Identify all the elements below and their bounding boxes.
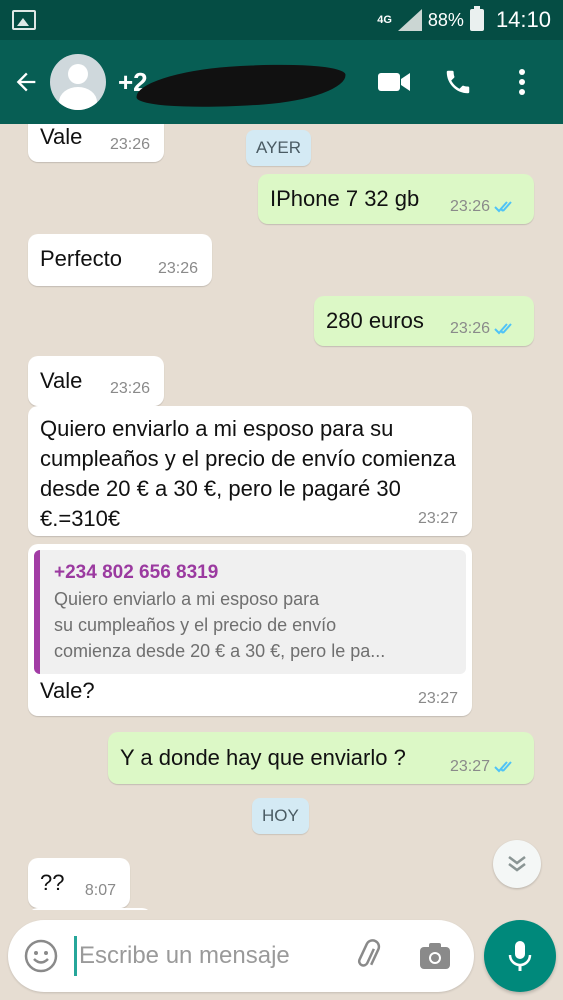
message-time: 23:27 bbox=[417, 690, 458, 707]
message-bubble-incoming[interactable]: Perfecto 23:26 bbox=[28, 234, 212, 286]
redaction-scribble bbox=[134, 58, 348, 114]
quoted-message[interactable]: +234 802 656 8319 Quiero enviarlo a mi e… bbox=[34, 550, 466, 674]
message-text: Vale? bbox=[40, 678, 95, 703]
gallery-icon bbox=[12, 10, 36, 30]
chat-area[interactable]: Vale 23:26 AYER IPhone 7 32 gb 23:26 Per… bbox=[0, 124, 563, 910]
phone-icon[interactable] bbox=[441, 65, 475, 99]
date-chip-yesterday: AYER bbox=[246, 130, 312, 166]
message-bubble-incoming-partial[interactable] bbox=[28, 908, 152, 910]
chevron-down-icon bbox=[508, 856, 526, 872]
message-bubble-incoming[interactable]: Vale 23:26 bbox=[28, 356, 164, 406]
message-text: Perfecto bbox=[40, 246, 122, 271]
message-bubble-incoming[interactable]: Vale 23:26 bbox=[28, 124, 164, 162]
message-text: Vale bbox=[40, 124, 83, 149]
back-arrow-icon[interactable] bbox=[6, 62, 46, 102]
text-cursor bbox=[74, 936, 77, 976]
avatar[interactable] bbox=[50, 54, 106, 110]
quoted-text: Quiero enviarlo a mi esposo para su cump… bbox=[54, 589, 386, 661]
message-time: 23:26 bbox=[449, 198, 490, 215]
message-time: 23:26 bbox=[157, 260, 198, 277]
double-check-icon bbox=[494, 323, 512, 335]
message-time: 23:26 bbox=[449, 320, 490, 337]
message-bubble-outgoing[interactable]: 280 euros 23:26 bbox=[314, 296, 534, 346]
message-input[interactable] bbox=[79, 942, 339, 970]
message-bubble-incoming[interactable]: ?? 8:07 bbox=[28, 858, 130, 908]
chat-header: +2 bbox=[0, 40, 563, 124]
video-call-icon[interactable] bbox=[377, 65, 411, 99]
camera-icon[interactable] bbox=[417, 938, 453, 974]
mic-icon bbox=[508, 941, 532, 971]
double-check-icon bbox=[494, 201, 512, 213]
battery-level: 88% bbox=[427, 9, 464, 30]
contact-name[interactable]: +2 bbox=[118, 58, 348, 114]
attach-icon[interactable] bbox=[351, 938, 387, 974]
clock: 14:10 bbox=[495, 7, 551, 32]
network-type: 4G bbox=[377, 14, 392, 26]
status-bar: 4G 88% 14:10 bbox=[0, 0, 563, 40]
message-bubble-outgoing[interactable]: IPhone 7 32 gb 23:26 bbox=[258, 174, 534, 224]
scroll-to-bottom-button[interactable] bbox=[493, 840, 541, 888]
more-options-icon[interactable] bbox=[505, 65, 539, 99]
date-chip-today: HOY bbox=[252, 798, 309, 834]
emoji-icon[interactable] bbox=[22, 937, 60, 975]
message-text: 280 euros bbox=[326, 308, 424, 333]
message-time: 23:27 bbox=[417, 510, 458, 527]
battery-icon bbox=[469, 6, 484, 31]
message-time: 23:27 bbox=[449, 758, 490, 775]
mic-button[interactable] bbox=[484, 920, 556, 992]
message-text: Quiero enviarlo a mi esposo para su cump… bbox=[40, 416, 456, 531]
message-bubble-incoming-reply[interactable]: +234 802 656 8319 Quiero enviarlo a mi e… bbox=[28, 544, 472, 716]
message-bubble-outgoing[interactable]: Y a donde hay que enviarlo ? 23:27 bbox=[108, 732, 534, 784]
quoted-sender: +234 802 656 8319 bbox=[54, 562, 219, 583]
message-time: 23:26 bbox=[109, 380, 150, 397]
message-composer bbox=[8, 920, 474, 992]
signal-icon bbox=[397, 9, 422, 31]
message-time: 8:07 bbox=[84, 882, 116, 899]
message-text: ?? bbox=[40, 870, 65, 895]
message-text: Vale bbox=[40, 368, 83, 393]
message-text: Y a donde hay que enviarlo ? bbox=[120, 745, 406, 770]
double-check-icon bbox=[494, 761, 512, 773]
message-text: IPhone 7 32 gb bbox=[270, 186, 420, 211]
message-time: 23:26 bbox=[109, 136, 150, 153]
message-bubble-incoming[interactable]: Quiero enviarlo a mi esposo para su cump… bbox=[28, 406, 472, 536]
